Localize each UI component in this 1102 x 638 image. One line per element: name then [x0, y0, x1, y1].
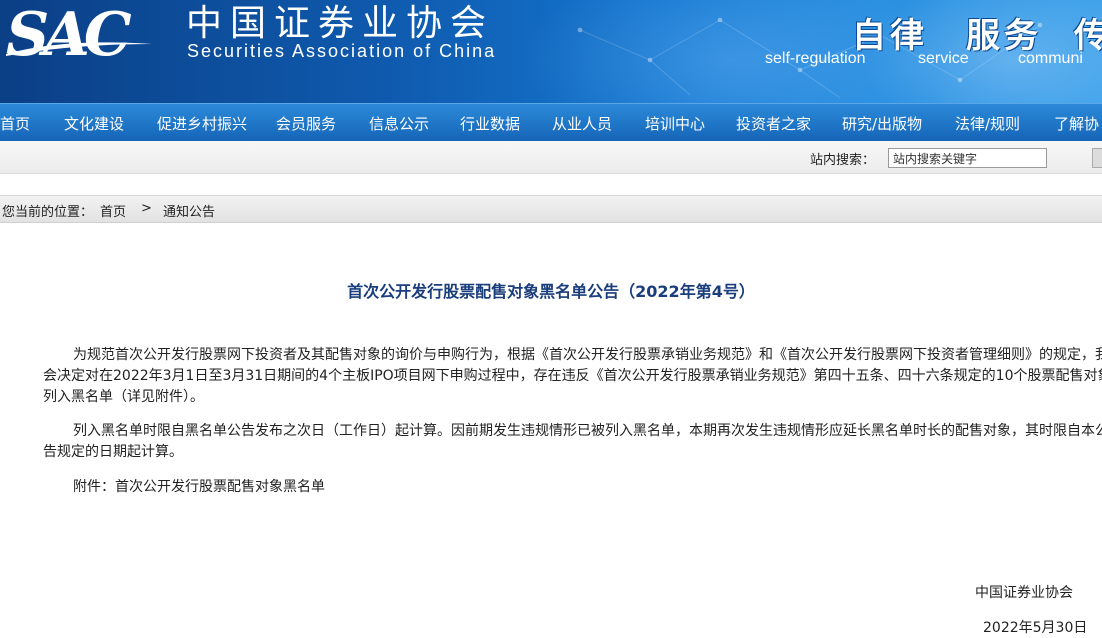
header-banner: SAC 中国证券业协会 Securities Association of Ch… — [0, 0, 1102, 103]
nav-item-home[interactable]: 首页 — [0, 113, 30, 134]
nav-item-investors[interactable]: 投资者之家 — [736, 113, 811, 134]
slogan-self-regulation-en: self-regulation — [765, 50, 866, 67]
breadcrumb-current: 通知公告 — [163, 205, 216, 220]
nav-item-about[interactable]: 了解协 — [1054, 113, 1099, 134]
article-attachment-link[interactable]: 附件：首次公开发行股票配售对象黑名单 — [43, 477, 1102, 498]
signature-date: 2022年5月30日 — [983, 620, 1088, 636]
nav-item-laws[interactable]: 法律/规则 — [955, 113, 1020, 134]
sac-logo[interactable]: SAC — [6, 2, 158, 68]
org-name-cn: 中国证券业协会 — [186, 3, 495, 44]
nav-item-member-services[interactable]: 会员服务 — [276, 113, 336, 134]
org-name-en: Securities Association of China — [187, 41, 497, 61]
nav-item-info-disclosure[interactable]: 信息公示 — [369, 113, 429, 134]
article-paragraph-1: 为规范首次公开发行股票网下投资者及其配售对象的询价与申购行为，根据《首次公开发行… — [43, 347, 1102, 405]
breadcrumb-separator-icon: > — [141, 201, 152, 216]
slogan-communication-en: communi — [1018, 50, 1083, 67]
main-nav: 首页 文化建设 促进乡村振兴 会员服务 信息公示 行业数据 从业人员 培训中心 … — [0, 103, 1102, 141]
search-label: 站内搜索： — [810, 153, 876, 168]
article-paragraph-2: 列入黑名单时限自黑名单公告发布之次日（工作日）起计算。因前期发生违规情形已被列入… — [43, 423, 1102, 460]
nav-item-research[interactable]: 研究/出版物 — [842, 113, 922, 134]
search-bar: 站内搜索： — [0, 141, 1102, 174]
search-input[interactable] — [888, 148, 1047, 168]
logo-swoosh-icon — [6, 42, 152, 56]
search-button[interactable] — [1092, 148, 1102, 168]
signature-org: 中国证券业协会 — [975, 585, 1073, 601]
slogan-service-en: service — [918, 50, 969, 67]
breadcrumb-prefix: 您当前的位置： — [2, 205, 94, 220]
nav-item-training[interactable]: 培训中心 — [645, 113, 705, 134]
breadcrumb: 您当前的位置： 首页 > 通知公告 — [0, 195, 1102, 223]
nav-item-culture[interactable]: 文化建设 — [64, 113, 124, 134]
breadcrumb-home-link[interactable]: 首页 — [100, 201, 126, 220]
article-title: 首次公开发行股票配售对象黑名单公告（2022年第4号） — [347, 282, 755, 301]
nav-item-industry-data[interactable]: 行业数据 — [460, 113, 520, 134]
nav-item-practitioners[interactable]: 从业人员 — [552, 113, 612, 134]
nav-item-rural-revitalization[interactable]: 促进乡村振兴 — [157, 113, 247, 134]
